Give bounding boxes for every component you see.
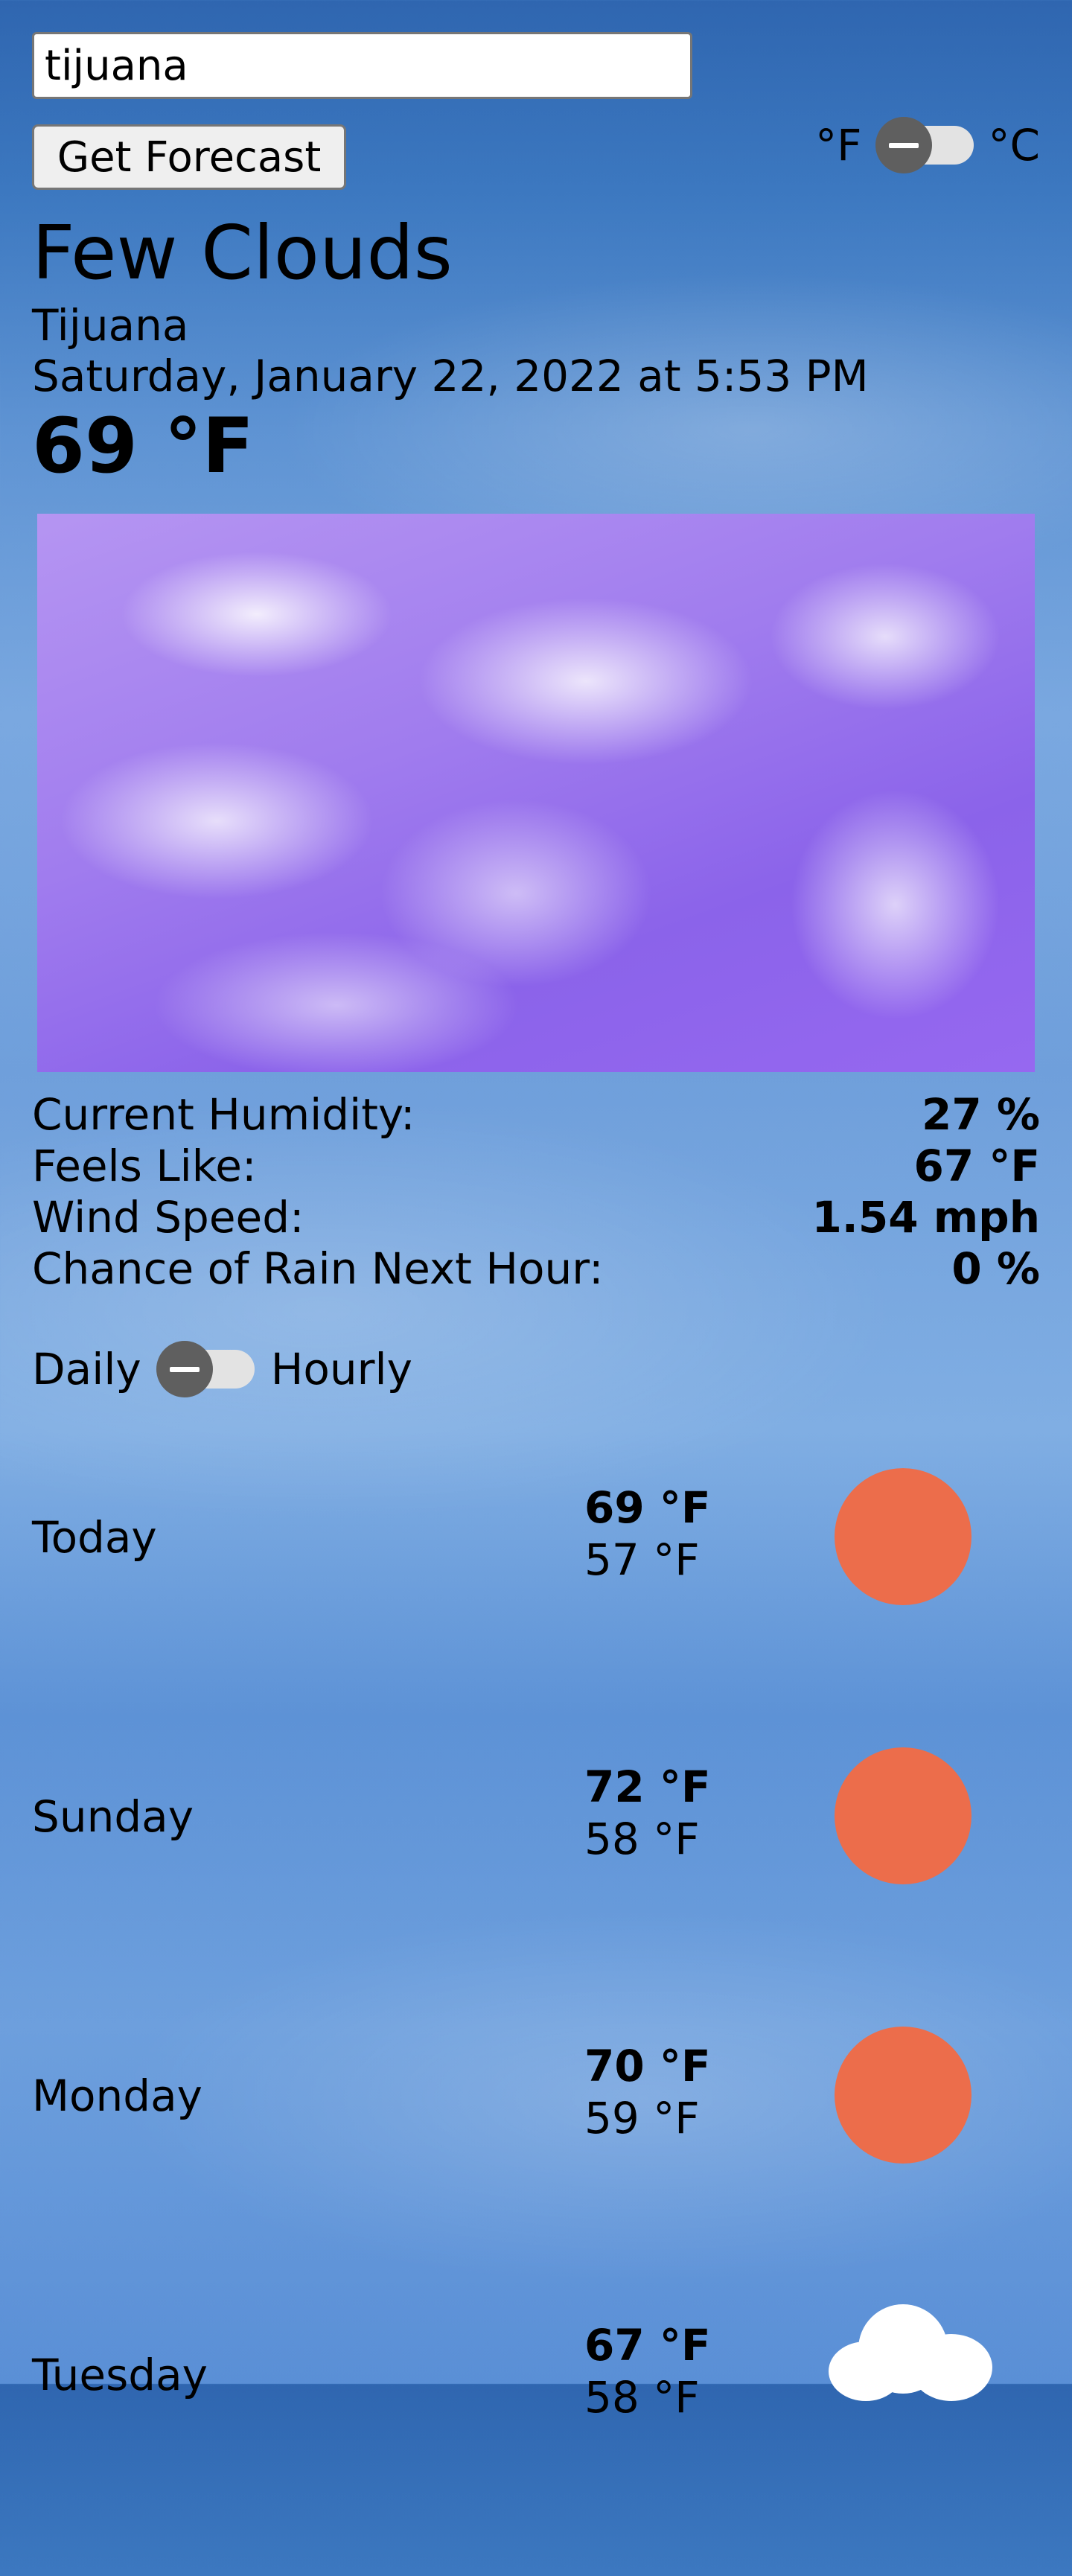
forecast-high: 69 °F [584,1482,711,1533]
stat-label: Chance of Rain Next Hour: [32,1243,604,1294]
city-search-input[interactable] [32,32,692,99]
forecast-low: 58 °F [584,1814,700,1864]
city-name: Tijuana [32,300,189,351]
view-switch[interactable] [156,1341,255,1397]
forecast-day-name: Today [32,1512,157,1563]
stat-value: 0 % [951,1243,1040,1294]
hourly-label: Hourly [270,1344,412,1394]
forecast-low: 57 °F [584,1534,700,1585]
forecast-high: 67 °F [584,2320,711,2371]
forecast-day-row: Tuesday 67 °F 58 °F [32,2297,1040,2576]
weather-condition: Few Clouds [32,209,453,296]
current-temperature: 69 °F [32,402,255,491]
unit-switch-knob[interactable] [875,117,932,173]
stat-label: Feels Like: [32,1140,257,1191]
stat-label: Current Humidity: [32,1088,415,1140]
sun-icon [835,2027,972,2164]
forecast-day-name: Monday [32,2070,202,2121]
weather-stats: Current Humidity: 27 % Feels Like: 67 °F… [32,1088,1040,1294]
stat-row-wind-speed: Wind Speed: 1.54 mph [32,1191,1040,1243]
unit-switch[interactable] [875,117,974,173]
forecast-temps: 69 °F 57 °F [584,1482,711,1586]
sun-icon [835,1747,972,1884]
weather-condition-image [37,514,1035,1072]
forecast-high: 72 °F [584,1762,711,1812]
celsius-label: °C [988,120,1041,170]
daily-label: Daily [32,1344,141,1394]
forecast-day-row: Monday 70 °F 59 °F [32,2018,1040,2297]
forecast-list: Today 69 °F 57 °F Sunday 72 °F 58 °F Mon… [32,1459,1040,2576]
forecast-low: 58 °F [584,2372,700,2423]
current-datetime: Saturday, January 22, 2022 at 5:53 PM [32,351,869,401]
forecast-low: 59 °F [584,2093,700,2143]
forecast-temps: 72 °F 58 °F [584,1761,711,1865]
stat-row-humidity: Current Humidity: 27 % [32,1088,1040,1140]
fahrenheit-label: °F [815,120,862,170]
get-forecast-button[interactable]: Get Forecast [32,124,346,190]
forecast-day-name: Sunday [32,1791,194,1842]
stat-value: 1.54 mph [811,1191,1040,1243]
unit-toggle: °F °C [815,117,1041,173]
stat-label: Wind Speed: [32,1191,304,1243]
sun-icon [835,1468,972,1605]
view-toggle: Daily Hourly [32,1341,412,1397]
forecast-day-row: Sunday 72 °F 58 °F [32,1738,1040,2018]
view-switch-knob[interactable] [156,1341,213,1397]
forecast-day-name: Tuesday [32,2350,208,2400]
forecast-temps: 67 °F 58 °F [584,2319,711,2423]
forecast-day-row: Today 69 °F 57 °F [32,1459,1040,1738]
forecast-high: 70 °F [584,2041,711,2091]
stat-row-feels-like: Feels Like: 67 °F [32,1140,1040,1191]
forecast-temps: 70 °F 59 °F [584,2040,711,2144]
stat-row-rain-chance: Chance of Rain Next Hour: 0 % [32,1243,1040,1294]
cloud-icon [821,2297,992,2401]
stat-value: 67 °F [913,1140,1040,1191]
stat-value: 27 % [921,1088,1040,1140]
